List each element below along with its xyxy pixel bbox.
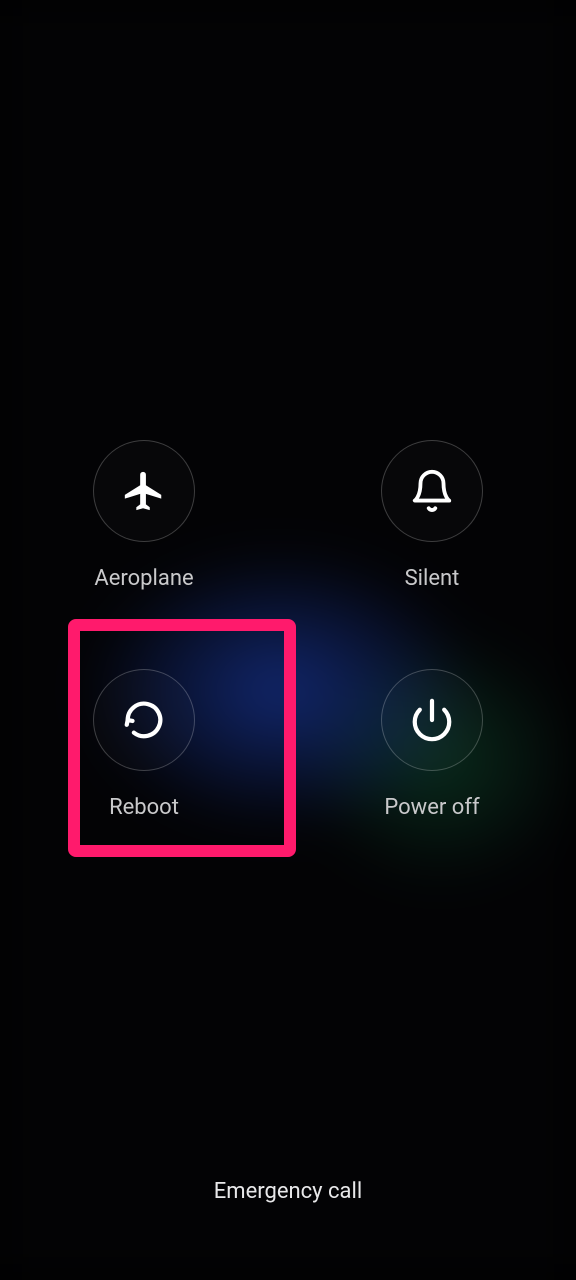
power-icon (381, 669, 483, 771)
aeroplane-icon (93, 440, 195, 542)
silent-option[interactable]: Silent (342, 440, 522, 591)
aeroplane-label: Aeroplane (94, 566, 193, 591)
reboot-label: Reboot (109, 795, 179, 820)
aeroplane-option[interactable]: Aeroplane (54, 440, 234, 591)
poweroff-label: Power off (384, 795, 479, 820)
emergency-call-link[interactable]: Emergency call (0, 1179, 576, 1204)
reboot-icon (93, 669, 195, 771)
bell-icon (381, 440, 483, 542)
poweroff-option[interactable]: Power off (342, 669, 522, 820)
power-menu-grid: Aeroplane Silent Reboot Power off (0, 440, 576, 820)
silent-label: Silent (405, 566, 460, 591)
reboot-option[interactable]: Reboot (54, 669, 234, 820)
